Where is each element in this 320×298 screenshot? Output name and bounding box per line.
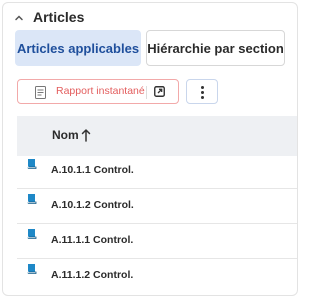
chevron-up-icon[interactable] <box>14 13 24 23</box>
row-name: A.10.1.1 Control. <box>51 164 134 176</box>
section-header[interactable]: Articles <box>3 3 297 33</box>
table-row[interactable]: A.11.1.2 Control. <box>17 261 297 294</box>
arrow-up-icon[interactable] <box>81 128 91 142</box>
more-options-button[interactable] <box>186 79 218 104</box>
column-header-nom[interactable]: Nom <box>52 128 79 142</box>
table-row[interactable]: A.10.1.2 Control. <box>17 191 297 224</box>
tab-hierarchie-par-section[interactable]: Hiérarchie par section <box>146 30 285 66</box>
external-link-icon[interactable] <box>154 86 165 97</box>
book-icon <box>27 264 37 274</box>
book-icon <box>27 159 37 169</box>
row-name: A.11.1.1 Control. <box>51 234 134 246</box>
book-icon <box>27 194 37 204</box>
tab-articles-applicables[interactable]: Articles applicables <box>15 30 141 66</box>
button-divider <box>146 86 147 99</box>
table-header: Nom <box>17 116 297 156</box>
book-icon <box>27 229 37 239</box>
table-row[interactable]: A.10.1.1 Control. <box>17 156 297 189</box>
instant-report-button[interactable]: Rapport instantané <box>17 79 179 104</box>
row-name: A.11.1.2 Control. <box>51 269 134 281</box>
section-title: Articles <box>33 9 85 25</box>
row-name: A.10.1.2 Control. <box>51 199 134 211</box>
document-icon <box>35 86 46 99</box>
articles-panel: Articles Articles applicables Hiérarchie… <box>2 2 298 296</box>
report-label: Rapport instantané <box>56 85 145 97</box>
table-row[interactable]: A.11.1.1 Control. <box>17 226 297 259</box>
